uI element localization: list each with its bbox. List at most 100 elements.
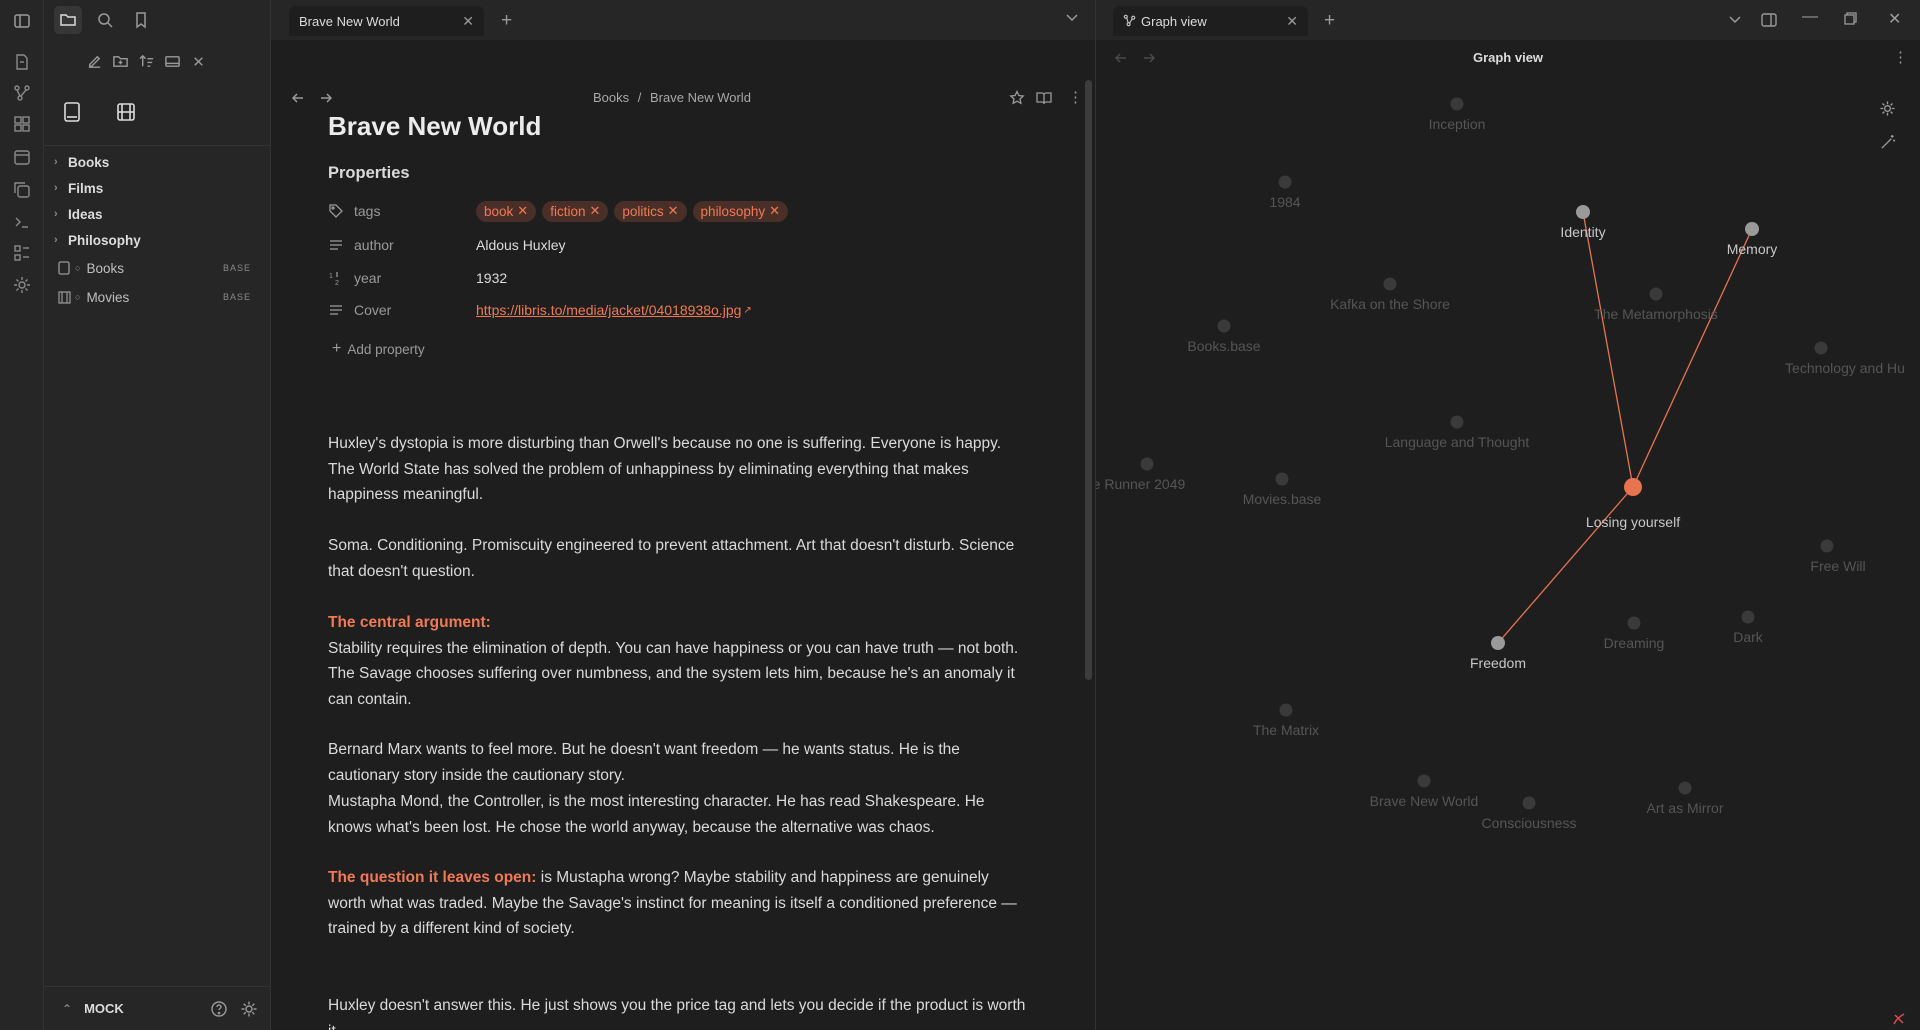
chevron-right-icon[interactable]: ›	[54, 156, 68, 168]
graph-node-label[interactable]: Brave New World	[1370, 793, 1479, 809]
properties-heading[interactable]: Properties	[328, 164, 410, 183]
editor-scrollbar[interactable]	[1085, 80, 1092, 680]
book-view-button[interactable]	[54, 95, 90, 129]
paragraph[interactable]: Bernard Marx wants to feel more. But he …	[328, 737, 1028, 788]
collapse-view-button[interactable]	[158, 47, 186, 75]
property-key-author[interactable]: author	[354, 237, 394, 253]
sidebar-item-books[interactable]: › Books	[44, 149, 271, 175]
graph-node-label[interactable]: Losing yourself	[1586, 514, 1680, 530]
collapse-all-button[interactable]	[184, 47, 212, 75]
graph-node-label[interactable]: Free Will	[1810, 558, 1865, 574]
more-options-icon[interactable]: ⋮	[1068, 88, 1083, 106]
graph-node-label[interactable]: Freedom	[1470, 655, 1526, 671]
files-tab-button[interactable]	[54, 6, 82, 34]
tab-list-chevron-icon[interactable]	[1065, 10, 1079, 24]
file-icon[interactable]	[12, 52, 32, 72]
new-tab-icon[interactable]: +	[501, 10, 512, 32]
graph-node-label[interactable]: Kafka on the Shore	[1330, 296, 1450, 312]
remove-tag-icon[interactable]: ✕	[589, 203, 600, 219]
paragraph-text: Stability requires the elimination of de…	[328, 639, 1019, 708]
property-key-cover[interactable]: Cover	[354, 302, 391, 318]
grid-icon[interactable]	[12, 114, 32, 134]
tag-pill[interactable]: politics ✕	[614, 200, 687, 222]
graph-icon[interactable]	[12, 83, 32, 103]
reading-view-icon[interactable]	[1036, 90, 1052, 106]
terminal-icon[interactable]	[12, 212, 32, 232]
paragraph[interactable]: Huxley's dystopia is more disturbing tha…	[328, 431, 1028, 508]
chevron-right-icon[interactable]: ›	[54, 234, 68, 246]
graph-node-label[interactable]: Movies.base	[1243, 491, 1322, 507]
new-folder-button[interactable]	[106, 47, 134, 75]
sidebar-item-movies-base[interactable]: ○ Movies BASE	[44, 284, 271, 310]
graph-node-label[interactable]: Inception	[1429, 116, 1486, 132]
add-property-button[interactable]: + Add property	[328, 336, 1028, 362]
remove-tag-icon[interactable]: ✕	[668, 203, 679, 219]
remove-tag-icon[interactable]: ✕	[769, 203, 780, 219]
sidebar-item-ideas[interactable]: › Ideas	[44, 201, 271, 227]
graph-view-pane: Graph view ✕ + — ✕ Graph view ⋮ Inceptio…	[1096, 0, 1920, 1030]
tag-pill[interactable]: philosophy ✕	[692, 200, 788, 222]
vault-name[interactable]: MOCK	[84, 1001, 124, 1016]
highlight-heading: The question it leaves open:	[328, 869, 537, 886]
sidebar-item-philosophy[interactable]: › Philosophy	[44, 227, 271, 253]
help-icon[interactable]	[210, 1000, 228, 1018]
tag-label: book	[484, 203, 514, 219]
cover-link[interactable]: https://libris.to/media/jacket/04018938o…	[476, 302, 741, 318]
paragraph[interactable]: The question it leaves open: is Mustapha…	[328, 865, 1028, 942]
sidebar-item-books-base[interactable]: ○ Books BASE	[44, 255, 271, 281]
star-icon[interactable]	[1009, 90, 1025, 106]
list-icon[interactable]	[12, 243, 32, 263]
search-tab-button[interactable]	[91, 6, 119, 34]
chevron-right-icon[interactable]: ›	[54, 208, 68, 220]
breadcrumb-folder[interactable]: Books	[593, 90, 629, 105]
graph-node-label[interactable]: Dark	[1733, 629, 1763, 645]
copy-icon[interactable]	[12, 180, 32, 200]
paragraph[interactable]: Mustapha Mond, the Controller, is the mo…	[328, 789, 1028, 840]
graph-node-label[interactable]: le Runner 2049	[1096, 476, 1185, 492]
base-badge: BASE	[222, 263, 251, 273]
graph-node-label[interactable]: 1984	[1269, 194, 1300, 210]
graph-node-label[interactable]: Art as Mirror	[1647, 800, 1724, 816]
tab-brave-new-world[interactable]: Brave New World ✕	[289, 6, 484, 36]
note-title[interactable]: Brave New World	[328, 111, 541, 142]
back-arrow-icon[interactable]	[291, 91, 305, 105]
property-value-author[interactable]: Aldous Huxley	[476, 237, 566, 253]
film-view-button[interactable]	[108, 95, 144, 129]
vault-chevron-icon[interactable]: ⌃	[62, 1002, 72, 1016]
paragraph[interactable]: Soma. Conditioning. Promiscuity engineer…	[328, 533, 1028, 584]
paragraph[interactable]: The central argument: Stability requires…	[328, 610, 1028, 712]
plus-icon: +	[332, 340, 342, 357]
new-note-button[interactable]	[80, 47, 108, 75]
graph-status-icon[interactable]	[1892, 1012, 1906, 1026]
sort-button[interactable]	[132, 47, 160, 75]
breadcrumb-file[interactable]: Brave New World	[650, 90, 751, 105]
tag-pill[interactable]: fiction ✕	[542, 200, 609, 222]
property-key-year[interactable]: year	[354, 270, 381, 286]
graph-node-label[interactable]: Books.base	[1187, 338, 1260, 354]
graph-node-label[interactable]: The Matrix	[1253, 722, 1319, 738]
bookmarks-tab-button[interactable]	[127, 6, 155, 34]
close-tab-icon[interactable]: ✕	[462, 13, 474, 30]
property-value-year[interactable]: 1932	[476, 270, 507, 286]
graph-node-label[interactable]: The Metamorphosis	[1594, 306, 1718, 322]
graph-node-label[interactable]: Language and Thought	[1385, 434, 1530, 450]
graph-node-label[interactable]: Dreaming	[1604, 635, 1665, 651]
sidebar-item-films[interactable]: › Films	[44, 175, 271, 201]
graph-node-label[interactable]: Consciousness	[1482, 815, 1577, 831]
settings-icon[interactable]	[240, 1000, 258, 1018]
property-cover: Cover https://libris.to/media/jacket/040…	[328, 297, 1028, 323]
settings-gear-icon[interactable]	[12, 275, 32, 295]
graph-node-label[interactable]: Memory	[1727, 241, 1778, 257]
tag-pill[interactable]: book ✕	[476, 200, 537, 222]
sidebar-toggle-icon[interactable]	[12, 11, 32, 31]
chevron-right-icon[interactable]: ›	[54, 182, 68, 194]
forward-arrow-icon[interactable]	[319, 91, 333, 105]
graph-node-label[interactable]: Technology and Hu	[1785, 360, 1905, 376]
graph-node-label[interactable]: Identity	[1560, 224, 1605, 240]
paragraph[interactable]: Huxley doesn't answer this. He just show…	[328, 993, 1028, 1030]
tab-title: Brave New World	[299, 13, 400, 29]
remove-tag-icon[interactable]: ✕	[517, 203, 528, 219]
calendar-icon[interactable]	[12, 147, 32, 167]
property-key-tags[interactable]: tags	[354, 203, 380, 219]
left-ribbon	[0, 0, 44, 1030]
